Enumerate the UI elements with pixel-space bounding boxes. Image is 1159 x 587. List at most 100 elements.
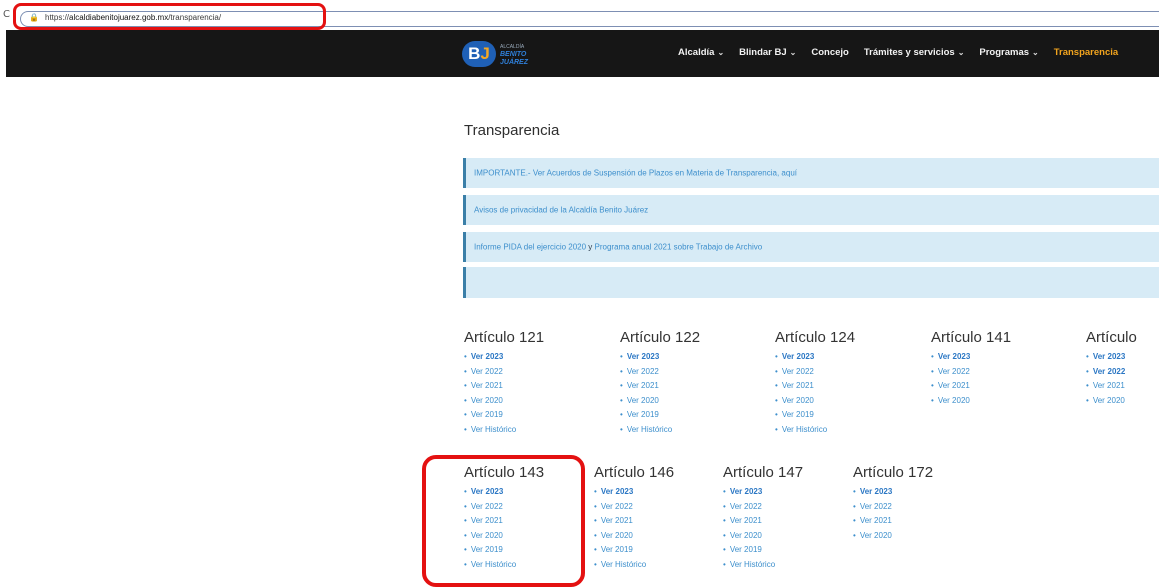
year-link[interactable]: Ver 2020 [860, 531, 892, 540]
year-link[interactable]: Ver 2022 [1093, 367, 1125, 376]
year-link[interactable]: Ver Histórico [730, 560, 775, 569]
article-title: Artículo 124 [775, 329, 856, 346]
year-link[interactable]: Ver 2023 [938, 352, 970, 361]
bullet-icon: • [931, 395, 934, 405]
list-item: • Ver 2022 [853, 500, 933, 515]
year-link[interactable]: Ver 2019 [782, 410, 814, 419]
notice-privacy[interactable]: Avisos de privacidad de la Alcaldía Beni… [463, 195, 1159, 225]
year-link[interactable]: Ver 2023 [627, 352, 659, 361]
year-link[interactable]: Ver 2021 [471, 381, 503, 390]
year-link[interactable]: Ver 2022 [860, 502, 892, 511]
list-item: • Ver 2022 [464, 365, 544, 380]
browser-address-bar: C 🔒 https://alcaldiabenitojuarez.gob.mx/… [0, 0, 1159, 30]
year-link[interactable]: Ver 2020 [782, 396, 814, 405]
bullet-icon: • [723, 559, 726, 569]
year-link[interactable]: Ver 2021 [627, 381, 659, 390]
nav-item-label: Transparencia [1053, 47, 1119, 58]
year-link[interactable]: Ver 2023 [601, 487, 633, 496]
list-item: • Ver 2020 [775, 394, 855, 409]
informe-pida-link[interactable]: Informe PIDA del ejercicio 2020 [474, 243, 586, 252]
article-link-list: • Ver 2023 • Ver 2022 • Ver 2021 • Ver 2020 • Ver… [775, 350, 855, 438]
bullet-icon: • [853, 487, 856, 496]
list-item: • Ver 2021 [1086, 379, 1137, 394]
list-item: • Ver 2023 [931, 350, 1011, 365]
year-link[interactable]: Ver 2022 [627, 367, 659, 376]
article-title: Artículo 121 [464, 329, 545, 346]
bullet-icon: • [620, 366, 623, 376]
nav-item-programas[interactable]: Programas ⌄ [979, 47, 1038, 58]
article-link-list: • Ver 2023 • Ver 2022 • Ver 2021 • Ver 2020 [853, 485, 933, 543]
list-item: • Ver 2020 [620, 394, 700, 409]
list-item: • Ver 2023 [620, 350, 700, 365]
nav-item-alcald-a[interactable]: Alcaldía ⌄ [678, 47, 724, 58]
notice-suspension[interactable]: IMPORTANTE.- Ver Acuerdos de Suspensión … [463, 158, 1159, 188]
year-link[interactable]: Ver 2019 [601, 545, 633, 554]
year-link[interactable]: Ver 2023 [860, 487, 892, 496]
bullet-icon: • [1086, 395, 1089, 405]
bullet-icon: • [464, 352, 467, 361]
year-link[interactable]: Ver 2023 [782, 352, 814, 361]
year-link[interactable]: Ver 2019 [730, 545, 762, 554]
article-title: Artículo 122 [620, 329, 701, 346]
list-item: • Ver 2022 [723, 500, 803, 515]
year-link[interactable]: Ver 2019 [627, 410, 659, 419]
nav-item-concejo[interactable]: Concejo [811, 47, 848, 58]
year-link[interactable]: Ver 2022 [938, 367, 970, 376]
list-item: • Ver 2023 [723, 485, 803, 500]
page-title: Transparencia [464, 122, 560, 139]
year-link[interactable]: Ver Histórico [782, 425, 827, 434]
list-item: • Ver 2021 [931, 379, 1011, 394]
nav-item-tr-mites-y-servicios[interactable]: Trámites y servicios ⌄ [864, 47, 965, 58]
article-title: Artículo 147 [723, 464, 804, 481]
year-link[interactable]: Ver 2020 [1093, 396, 1125, 405]
year-link[interactable]: Ver 2022 [601, 502, 633, 511]
nav-item-blindar-bj[interactable]: Blindar BJ ⌄ [739, 47, 796, 58]
year-link[interactable]: Ver 2020 [938, 396, 970, 405]
year-link[interactable]: Ver Histórico [601, 560, 646, 569]
bullet-icon: • [775, 352, 778, 361]
list-item: • Ver 2020 [1086, 394, 1137, 409]
notice-suspension-link[interactable]: IMPORTANTE.- Ver Acuerdos de Suspensión … [474, 169, 797, 178]
year-link[interactable]: Ver 2022 [782, 367, 814, 376]
year-link[interactable]: Ver 2021 [782, 381, 814, 390]
list-item: • Ver 2023 [464, 350, 544, 365]
year-link[interactable]: Ver 2019 [471, 410, 503, 419]
year-link[interactable]: Ver 2021 [601, 516, 633, 525]
year-link[interactable]: Ver 2022 [471, 367, 503, 376]
article-title: Artículo [1086, 329, 1137, 346]
list-item: • Ver Histórico [594, 558, 674, 573]
year-link[interactable]: Ver Histórico [471, 425, 516, 434]
year-link[interactable]: Ver 2023 [471, 352, 503, 361]
notice-privacy-link[interactable]: Avisos de privacidad de la Alcaldía Beni… [474, 206, 648, 215]
year-link[interactable]: Ver 2023 [1093, 352, 1125, 361]
bullet-icon: • [620, 395, 623, 405]
year-link[interactable]: Ver 2020 [730, 531, 762, 540]
logo-wordmark: ALCALDÍA BENITO JUÁREZ [500, 44, 529, 66]
list-item: • Ver Histórico [723, 558, 803, 573]
programa-anual-link[interactable]: Programa anual 2021 sobre Trabajo de Arc… [595, 243, 763, 252]
year-link[interactable]: Ver 2021 [938, 381, 970, 390]
year-link[interactable]: Ver Histórico [627, 425, 672, 434]
year-link[interactable]: Ver 2021 [860, 516, 892, 525]
chevron-down-icon: ⌄ [789, 48, 797, 57]
logo-badge: BJ [462, 41, 496, 67]
year-link[interactable]: Ver 2022 [730, 502, 762, 511]
year-link[interactable]: Ver 2023 [730, 487, 762, 496]
list-item: • Ver 2021 [594, 514, 674, 529]
list-item: • Ver Histórico [620, 423, 700, 438]
site-logo[interactable]: BJ ALCALDÍA BENITO JUÁREZ [462, 39, 542, 69]
year-link[interactable]: Ver 2021 [1093, 381, 1125, 390]
article-title: Artículo 172 [853, 464, 934, 481]
year-link[interactable]: Ver 2020 [601, 531, 633, 540]
bullet-icon: • [931, 366, 934, 376]
year-link[interactable]: Ver 2021 [730, 516, 762, 525]
year-link[interactable]: Ver 2020 [471, 396, 503, 405]
bullet-icon: • [1086, 352, 1089, 361]
list-item: • Ver 2023 [594, 485, 674, 500]
bullet-icon: • [723, 487, 726, 496]
reload-icon[interactable]: C [3, 9, 10, 20]
bullet-icon: • [931, 381, 934, 391]
bullet-icon: • [1086, 366, 1089, 376]
nav-item-transparencia[interactable]: Transparencia [1054, 47, 1118, 58]
year-link[interactable]: Ver 2020 [627, 396, 659, 405]
